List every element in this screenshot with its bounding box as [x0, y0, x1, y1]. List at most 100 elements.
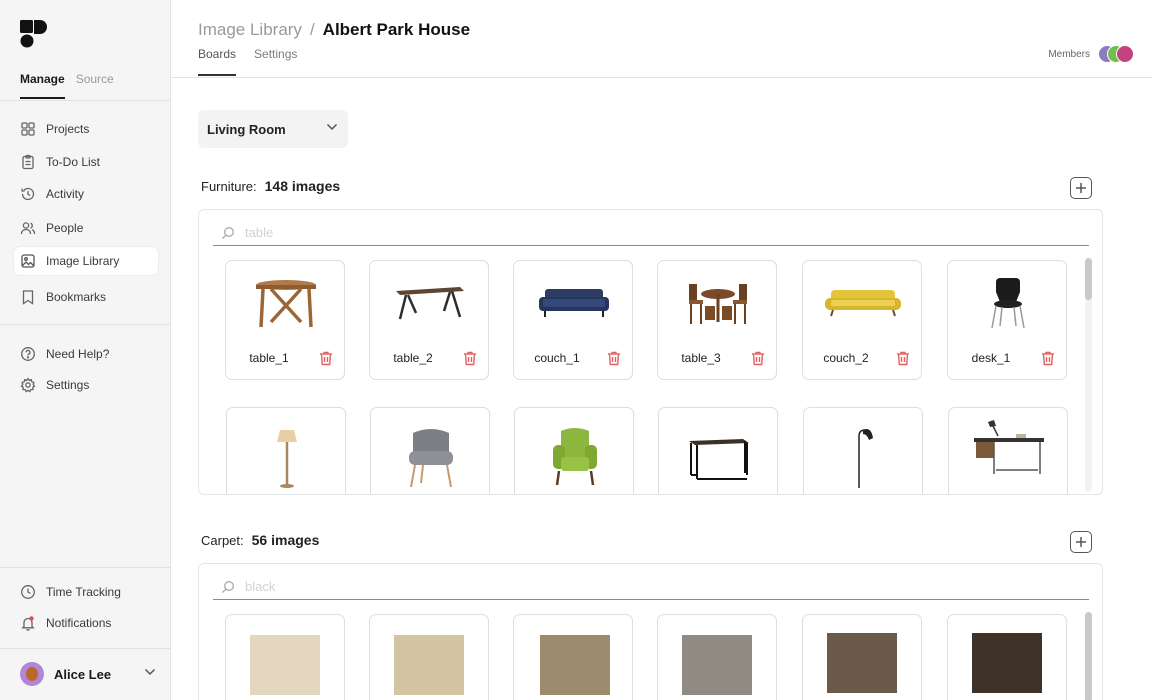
member-avatars [1098, 45, 1134, 63]
search-icon [222, 226, 234, 239]
search-bar [213, 220, 1089, 246]
image-card[interactable] [225, 614, 345, 700]
sidebar-item-label: To-Do List [46, 155, 101, 169]
trash-icon[interactable] [607, 351, 621, 366]
table-with-chairs-image [668, 269, 768, 337]
add-image-button[interactable] [1070, 531, 1092, 553]
sidebar-item-projects[interactable]: Projects [14, 115, 158, 143]
sidebar-item-label: Need Help? [46, 347, 110, 361]
image-card[interactable] [803, 407, 923, 494]
sidebar-item-label: Projects [46, 122, 90, 136]
bookmark-icon [20, 289, 36, 305]
trash-icon[interactable] [319, 351, 333, 366]
sidebar-item-label: Time Tracking [46, 585, 121, 599]
scrollbar[interactable] [1085, 258, 1092, 492]
image-card[interactable] [658, 407, 778, 494]
image-card[interactable]: table_2 [369, 260, 489, 380]
breadcrumb-root[interactable]: Image Library [198, 20, 302, 40]
user-name: Alice Lee [54, 666, 112, 682]
help-icon [20, 346, 36, 362]
breadcrumb-separator: / [309, 20, 315, 39]
sidebar-item-label: People [46, 221, 84, 235]
tab-boards[interactable]: Boards [198, 47, 237, 76]
room-select-value: Living Room [207, 121, 286, 137]
plus-icon [1076, 183, 1086, 193]
navy-sofa-image [524, 269, 624, 337]
sidebar-item-help[interactable]: Need Help? [14, 340, 158, 368]
sidebar-divider [0, 324, 170, 325]
dining-table-image [380, 269, 480, 337]
sidebar-item-todo[interactable]: To-Do List [14, 148, 158, 176]
image-card[interactable]: desk_1 [947, 260, 1067, 380]
members[interactable]: Members [1048, 45, 1134, 63]
search-icon [222, 580, 234, 593]
sidebar-item-image-library[interactable]: Image Library [14, 247, 158, 275]
sidebar-divider [0, 100, 170, 101]
trash-icon[interactable] [751, 351, 765, 366]
history-icon [20, 186, 36, 202]
search-input[interactable] [245, 225, 1045, 240]
add-image-button[interactable] [1070, 177, 1092, 199]
people-icon [20, 220, 36, 236]
sidebar-tabs: Manage Source [20, 72, 114, 99]
floor-lamp-image [237, 424, 337, 492]
sidebar-divider [0, 567, 170, 568]
avatar [1116, 45, 1134, 63]
gear-icon [20, 377, 36, 393]
image-card[interactable] [514, 407, 634, 494]
image-card[interactable]: table_1 [225, 260, 345, 380]
image-card[interactable]: couch_1 [513, 260, 633, 380]
section-count: 56 images [251, 532, 320, 548]
image-card[interactable] [947, 614, 1067, 700]
app-logo-icon[interactable] [20, 19, 50, 49]
image-label: table_2 [393, 351, 433, 365]
scrollbar-thumb[interactable] [1085, 612, 1092, 700]
room-select[interactable]: Living Room [198, 110, 348, 148]
search-bar [213, 574, 1089, 600]
image-card[interactable] [513, 614, 633, 700]
image-card[interactable]: table_3 [657, 260, 777, 380]
search-input[interactable] [245, 579, 1045, 594]
section-label: Furniture: [201, 179, 257, 194]
chevron-down-icon[interactable] [144, 668, 156, 676]
tab-manage[interactable]: Manage [20, 72, 65, 99]
image-card[interactable] [657, 614, 777, 700]
trash-icon[interactable] [463, 351, 477, 366]
sidebar-item-activity[interactable]: Activity [14, 180, 158, 208]
scrollbar[interactable] [1085, 612, 1092, 700]
sidebar-item-notifications[interactable]: Notifications [14, 609, 158, 637]
yellow-sofa-image [813, 269, 913, 337]
avatar [20, 662, 44, 686]
user-menu[interactable]: Alice Lee [0, 648, 170, 700]
tab-source[interactable]: Source [76, 72, 114, 99]
sidebar-item-settings[interactable]: Settings [14, 371, 158, 399]
sidebar-item-time-tracking[interactable]: Time Tracking [14, 578, 158, 606]
image-label: couch_1 [534, 351, 580, 365]
trash-icon[interactable] [896, 351, 910, 366]
sidebar-item-label: Bookmarks [46, 290, 107, 304]
carpet-swatch-image [540, 635, 610, 695]
image-label: table_3 [681, 351, 721, 365]
image-card[interactable] [226, 407, 346, 494]
image-card[interactable] [370, 407, 490, 494]
section-title-furniture: Furniture: 148 images [201, 178, 340, 194]
main-content: Living Room Furniture: 148 images table … [171, 79, 1152, 700]
sidebar-item-people[interactable]: People [14, 214, 158, 242]
image-label: couch_2 [823, 351, 869, 365]
image-label: table_1 [249, 351, 289, 365]
black-chair-image [958, 269, 1058, 337]
carpet-swatch-image [250, 635, 320, 695]
image-card[interactable] [948, 407, 1068, 494]
breadcrumb: Image Library / Albert Park House [198, 20, 470, 40]
trash-icon[interactable] [1041, 351, 1055, 366]
grey-armchair-image [381, 424, 481, 492]
image-card[interactable]: couch_2 [802, 260, 922, 380]
tab-settings[interactable]: Settings [254, 47, 297, 76]
sidebar-item-label: Image Library [46, 254, 120, 268]
scrollbar-thumb[interactable] [1085, 258, 1092, 300]
sidebar-item-bookmarks[interactable]: Bookmarks [14, 283, 158, 311]
section-count: 148 images [264, 178, 341, 194]
image-card[interactable] [802, 614, 922, 700]
clock-icon [20, 584, 36, 600]
image-card[interactable] [369, 614, 489, 700]
